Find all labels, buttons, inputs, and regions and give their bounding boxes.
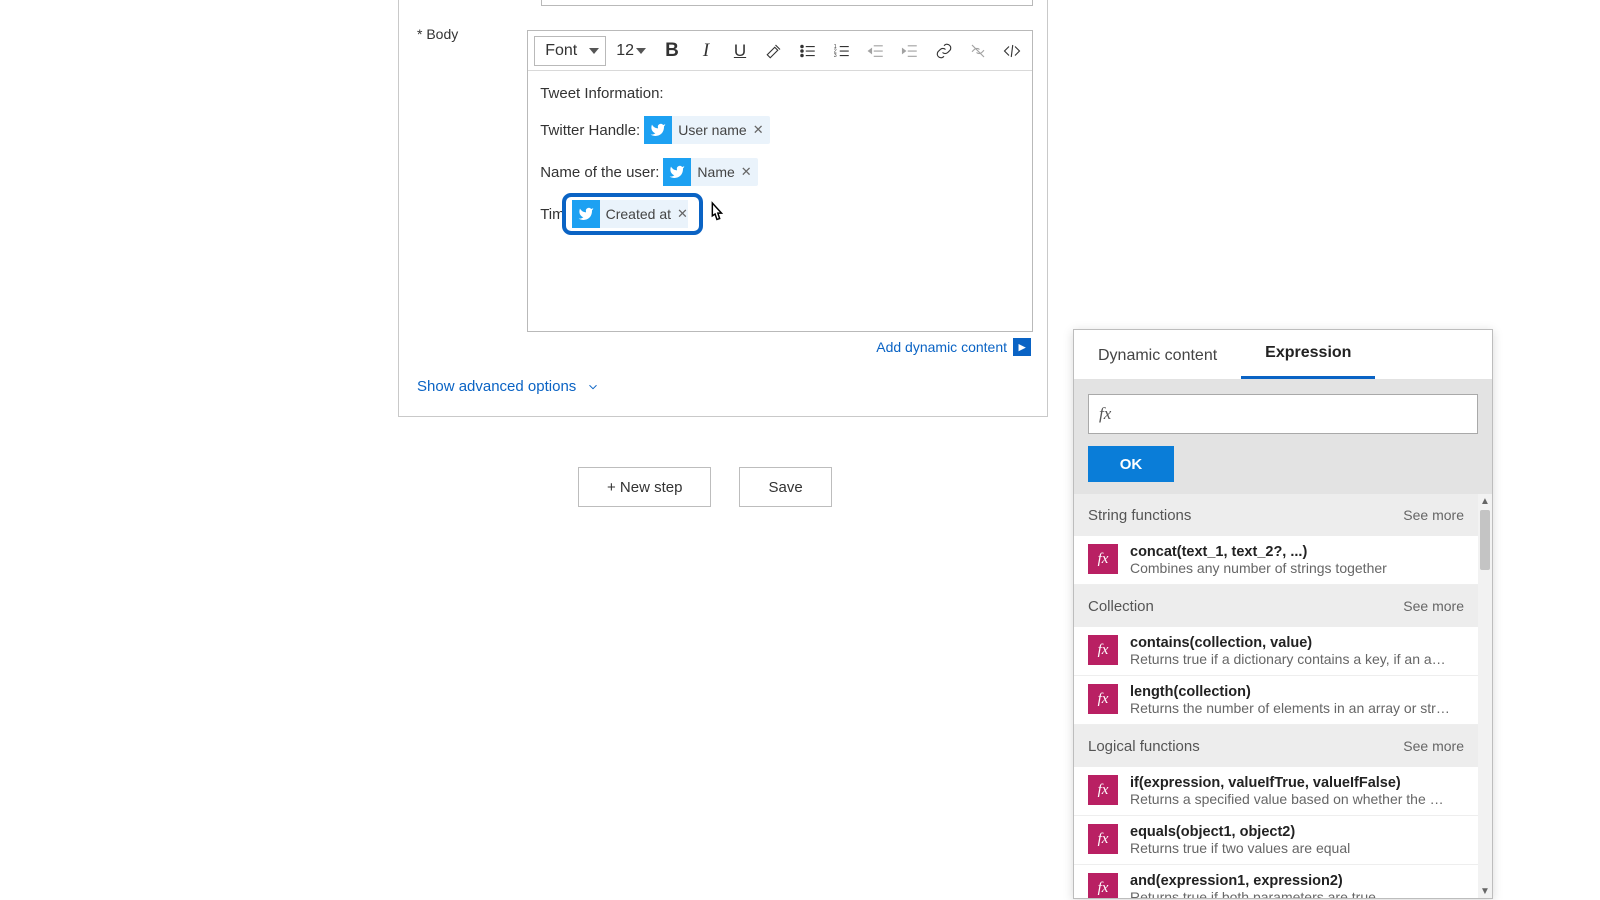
svg-text:3: 3 — [834, 53, 837, 59]
body-row: Body Font 12 B I U — [399, 18, 1047, 356]
font-size-select[interactable]: 12 — [612, 36, 652, 66]
fn-description: Returns true if both parameters are true — [1130, 889, 1376, 898]
subject-row: Subject — [399, 0, 1047, 6]
fn-category-name: Collection — [1088, 598, 1154, 615]
outdent-button[interactable] — [862, 36, 890, 66]
email-action-card: Subject Body Font 12 B I — [398, 0, 1048, 417]
show-advanced-options-link[interactable]: Show advanced options — [417, 378, 600, 395]
function-list-scroll: String functions See more fx concat(text_1,… — [1074, 494, 1492, 898]
token-user-name[interactable]: User name ✕ — [644, 116, 769, 144]
chevron-down-icon — [589, 48, 599, 54]
font-select[interactable]: Font — [534, 36, 606, 66]
fn-signature: if(expression, valueIfTrue, valueIfFalse… — [1130, 775, 1450, 791]
body-editor: Font 12 B I U — [527, 30, 1033, 332]
twitter-icon — [572, 200, 600, 228]
fn-category: Logical functions See more — [1074, 725, 1478, 767]
function-list: String functions See more fx concat(text_1,… — [1074, 494, 1478, 898]
fn-category-name: Logical functions — [1088, 738, 1200, 755]
fn-description: Returns true if a dictionary contains a … — [1130, 651, 1450, 667]
token-label: Name — [691, 164, 740, 180]
fn-signature: contains(collection, value) — [1130, 635, 1450, 651]
expression-input[interactable]: fx — [1088, 394, 1478, 434]
tab-dynamic-content[interactable]: Dynamic content — [1074, 347, 1241, 379]
token-created-at[interactable]: Created at ✕ — [569, 200, 696, 228]
add-dynamic-content-row: Add dynamic content ▸ — [527, 332, 1033, 356]
subject-input[interactable] — [541, 0, 1033, 6]
save-button[interactable]: Save — [739, 467, 831, 507]
expression-input-area: fx OK — [1074, 380, 1492, 494]
token-label: User name — [672, 122, 752, 138]
fn-category: String functions See more — [1074, 494, 1478, 536]
show-advanced-label: Show advanced options — [417, 378, 576, 395]
token-label: Created at — [600, 206, 677, 222]
fn-item[interactable]: fx concat(text_1, text_2?, ...)Combines a… — [1074, 536, 1478, 585]
fn-description: Returns a specified value based on wheth… — [1130, 791, 1450, 807]
add-dynamic-content-link[interactable]: Add dynamic content — [876, 339, 1007, 355]
fn-item[interactable]: fx length(collection)Returns the number o… — [1074, 676, 1478, 725]
new-step-button[interactable]: + New step — [578, 467, 711, 507]
code-view-button[interactable] — [998, 36, 1026, 66]
panel-tabs: Dynamic content Expression — [1074, 330, 1492, 380]
token-remove-icon[interactable]: ✕ — [677, 206, 688, 222]
link-button[interactable] — [930, 36, 958, 66]
scroll-down-icon[interactable]: ▼ — [1478, 884, 1492, 898]
bold-button[interactable]: B — [658, 36, 686, 66]
underline-button[interactable]: U — [726, 36, 754, 66]
fn-description: Returns the number of elements in an arr… — [1130, 700, 1450, 716]
scroll-up-icon[interactable]: ▲ — [1478, 494, 1492, 508]
twitter-icon — [663, 158, 691, 186]
scrollbar[interactable]: ▲ ▼ — [1478, 494, 1492, 898]
chevron-down-icon — [586, 380, 600, 394]
font-size-label: 12 — [616, 42, 634, 60]
fn-description: Combines any number of strings together — [1130, 560, 1387, 576]
numbered-list-button[interactable]: 123 — [828, 36, 856, 66]
fx-icon: fx — [1088, 824, 1118, 854]
indent-button[interactable] — [896, 36, 924, 66]
bullet-list-button[interactable] — [794, 36, 822, 66]
body-text: Name of the user: — [540, 164, 659, 181]
body-text: Tim — [540, 206, 564, 223]
expression-panel: Dynamic content Expression fx OK String … — [1073, 329, 1493, 899]
fn-signature: equals(object1, object2) — [1130, 824, 1350, 840]
chevron-down-icon — [636, 48, 646, 54]
unlink-button[interactable] — [964, 36, 992, 66]
token-name[interactable]: Name ✕ — [663, 158, 757, 186]
tab-expression[interactable]: Expression — [1241, 344, 1375, 379]
fn-item[interactable]: fx contains(collection, value)Returns tru… — [1074, 627, 1478, 676]
fx-icon: fx — [1088, 873, 1118, 898]
fn-item[interactable]: fx equals(object1, object2)Returns true i… — [1074, 816, 1478, 865]
body-label: Body — [399, 18, 527, 42]
ok-button[interactable]: OK — [1088, 446, 1174, 482]
editor-toolbar: Font 12 B I U — [528, 31, 1032, 71]
body-text: Tweet Information: — [540, 85, 663, 102]
fn-item[interactable]: fx and(expression1, expression2)Returns t… — [1074, 865, 1478, 898]
token-remove-icon[interactable]: ✕ — [741, 164, 752, 180]
scrollbar-thumb[interactable] — [1480, 510, 1490, 570]
fn-signature: length(collection) — [1130, 684, 1450, 700]
fn-item[interactable]: fx if(expression, valueIfTrue, valueIfFal… — [1074, 767, 1478, 816]
fx-icon: fx — [1088, 775, 1118, 805]
fx-icon: fx — [1088, 684, 1118, 714]
fn-category-name: String functions — [1088, 507, 1191, 524]
token-remove-icon[interactable]: ✕ — [753, 122, 764, 138]
flow-actions: + New step Save — [578, 467, 832, 507]
fn-description: Returns true if two values are equal — [1130, 840, 1350, 856]
see-more-link[interactable]: See more — [1403, 738, 1464, 754]
body-text: Twitter Handle: — [540, 122, 640, 139]
see-more-link[interactable]: See more — [1403, 598, 1464, 614]
twitter-icon — [644, 116, 672, 144]
fx-icon: fx — [1099, 404, 1111, 424]
font-select-label: Font — [545, 42, 577, 60]
fx-icon: fx — [1088, 544, 1118, 574]
italic-button[interactable]: I — [692, 36, 720, 66]
fn-signature: and(expression1, expression2) — [1130, 873, 1376, 889]
see-more-link[interactable]: See more — [1403, 507, 1464, 523]
fx-icon: fx — [1088, 635, 1118, 665]
dynamic-content-toggle-icon[interactable]: ▸ — [1013, 338, 1031, 356]
fn-signature: concat(text_1, text_2?, ...) — [1130, 544, 1387, 560]
body-content[interactable]: Tweet Information: Twitter Handle: User … — [528, 71, 1032, 331]
highlight-button[interactable] — [760, 36, 788, 66]
fn-category: Collection See more — [1074, 585, 1478, 627]
